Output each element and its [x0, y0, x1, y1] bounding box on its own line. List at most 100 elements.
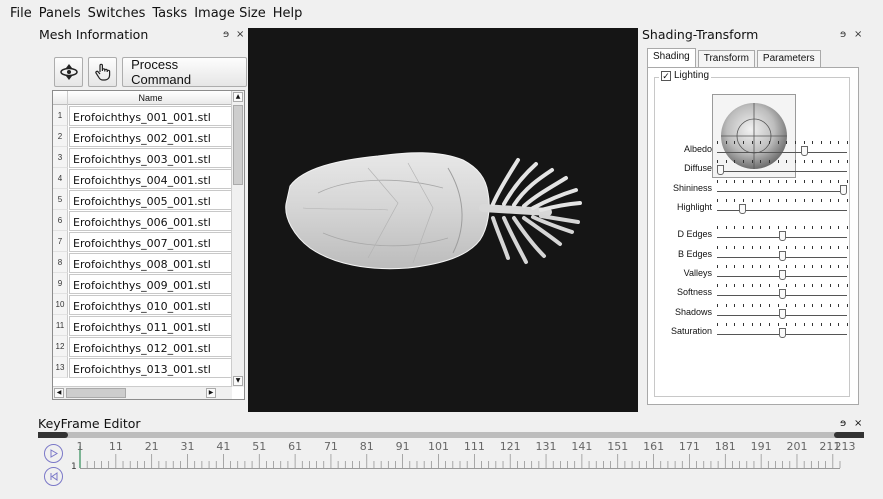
table-row[interactable]: 6 Erofoichthys_006_001.stl — [53, 210, 232, 231]
row-number[interactable]: 4 — [53, 168, 68, 189]
row-number[interactable]: 9 — [53, 273, 68, 294]
row-number[interactable]: 10 — [53, 294, 68, 315]
table-row[interactable]: 9 Erofoichthys_009_001.stl — [53, 273, 232, 294]
slider-handle[interactable] — [778, 270, 786, 280]
slider-albedo[interactable]: Albedo — [655, 140, 851, 160]
menu-switches[interactable]: Switches — [88, 6, 146, 21]
slider-handle[interactable] — [778, 251, 786, 261]
slider-handle[interactable] — [717, 165, 724, 175]
scroll-right-icon[interactable]: ▶ — [206, 388, 216, 398]
slider-handle[interactable] — [778, 231, 786, 241]
row-number[interactable]: 11 — [53, 315, 68, 336]
row-number[interactable]: 1 — [53, 105, 68, 126]
menu-tasks[interactable]: Tasks — [152, 6, 187, 21]
horizontal-scrollbar[interactable]: ◀ ▶ — [53, 386, 232, 399]
scroll-down-icon[interactable]: ▼ — [233, 376, 243, 386]
scroll-up-icon[interactable]: ▲ — [233, 92, 243, 102]
row-number[interactable]: 8 — [53, 252, 68, 273]
row-number[interactable]: 5 — [53, 189, 68, 210]
mesh-name-cell[interactable]: Erofoichthys_008_001.stl — [69, 253, 232, 273]
slider-diffuse[interactable]: Diffuse — [655, 159, 851, 179]
close-icon[interactable]: × — [854, 26, 862, 44]
table-row[interactable]: 1 Erofoichthys_001_001.stl — [53, 105, 232, 126]
slider-handle[interactable] — [800, 146, 808, 156]
reset-button[interactable] — [44, 467, 63, 486]
mesh-name-cell[interactable]: Erofoichthys_011_001.stl — [69, 316, 232, 336]
tab-shading[interactable]: Shading — [647, 48, 696, 67]
3d-viewport[interactable] — [248, 28, 638, 412]
table-row[interactable]: 11 Erofoichthys_011_001.stl — [53, 315, 232, 336]
close-icon[interactable]: × — [236, 26, 244, 44]
slider-d-edges[interactable]: D Edges — [655, 225, 851, 245]
play-button[interactable] — [44, 444, 63, 463]
hscroll-thumb[interactable] — [66, 388, 126, 398]
slider-handle[interactable] — [778, 328, 786, 338]
lighting-toggle[interactable]: ✓ Lighting — [659, 70, 712, 81]
tab-parameters[interactable]: Parameters — [756, 50, 821, 67]
mesh-name-cell[interactable]: Erofoichthys_007_001.stl — [69, 232, 232, 252]
mesh-name-cell[interactable]: Erofoichthys_006_001.stl — [69, 211, 232, 231]
lighting-checkbox-icon[interactable]: ✓ — [661, 70, 671, 81]
tab-transform[interactable]: Transform — [697, 50, 755, 67]
mesh-name-cell[interactable]: Erofoichthys_012_001.stl — [69, 337, 232, 357]
slider-handle[interactable] — [778, 289, 786, 299]
slider-handle[interactable] — [739, 204, 747, 214]
mesh-name-cell[interactable]: Erofoichthys_005_001.stl — [69, 190, 232, 210]
keyframe-bar-right-handle[interactable] — [834, 432, 864, 438]
mesh-name-cell[interactable]: Erofoichthys_009_001.stl — [69, 274, 232, 294]
row-number[interactable]: 7 — [53, 231, 68, 252]
mesh-name-cell[interactable]: Erofoichthys_003_001.stl — [69, 148, 232, 168]
process-command-button[interactable]: Process Command — [122, 57, 247, 87]
row-number[interactable]: 13 — [53, 357, 68, 378]
menu-help[interactable]: Help — [273, 6, 303, 21]
mesh-name-cell[interactable]: Erofoichthys_004_001.stl — [69, 169, 232, 189]
column-header-name[interactable]: Name — [69, 91, 232, 105]
mesh-name-cell[interactable]: Erofoichthys_013_001.stl — [69, 358, 232, 378]
slider-shadows[interactable]: Shadows — [655, 303, 851, 323]
slider-softness[interactable]: Softness — [655, 283, 851, 303]
slider-track[interactable] — [717, 191, 847, 192]
close-icon[interactable]: × — [854, 418, 862, 429]
table-row[interactable]: 12 Erofoichthys_012_001.stl — [53, 336, 232, 357]
float-icon[interactable]: ɘ — [840, 418, 846, 429]
keyframe-bar-left-handle[interactable] — [38, 432, 68, 438]
frame-ruler[interactable]: 1 11 21 31 41 51 61 71 81 91 101 111 121 131 141 151 161… — [70, 440, 856, 470]
table-row[interactable]: 2 Erofoichthys_002_001.stl — [53, 126, 232, 147]
mesh-name-cell[interactable]: Erofoichthys_010_001.stl — [69, 295, 232, 315]
table-row[interactable]: 3 Erofoichthys_003_001.stl — [53, 147, 232, 168]
keyframe-bar[interactable] — [38, 432, 864, 438]
rotate-view-button[interactable] — [54, 57, 84, 87]
slider-highlight[interactable]: Highlight — [655, 198, 851, 218]
row-number[interactable]: 12 — [53, 336, 68, 357]
float-icon[interactable]: ɘ — [223, 26, 229, 44]
table-row[interactable]: 10 Erofoichthys_010_001.stl — [53, 294, 232, 315]
slider-shininess[interactable]: Shininess — [655, 179, 851, 199]
slider-b-edges[interactable]: B Edges — [655, 245, 851, 265]
row-number[interactable]: 2 — [53, 126, 68, 147]
slider-valleys[interactable]: Valleys — [655, 264, 851, 284]
table-row[interactable]: 8 Erofoichthys_008_001.stl — [53, 252, 232, 273]
slider-handle[interactable] — [778, 309, 786, 319]
scroll-left-icon[interactable]: ◀ — [54, 388, 64, 398]
row-number[interactable]: 6 — [53, 210, 68, 231]
slider-saturation[interactable]: Saturation — [655, 322, 851, 342]
mesh-name-cell[interactable]: Erofoichthys_001_001.stl — [69, 106, 232, 126]
mesh-name-cell[interactable]: Erofoichthys_002_001.stl — [69, 127, 232, 147]
slider-track[interactable] — [717, 152, 847, 153]
menu-panels[interactable]: Panels — [39, 6, 81, 21]
slider-track[interactable] — [717, 171, 847, 172]
slider-handle[interactable] — [840, 185, 847, 195]
table-row[interactable]: 13 Erofoichthys_013_001.stl — [53, 357, 232, 378]
table-row[interactable]: 5 Erofoichthys_005_001.stl — [53, 189, 232, 210]
ruler-label: 191 — [750, 440, 772, 453]
pan-hand-button[interactable] — [88, 57, 118, 87]
slider-track[interactable] — [717, 210, 847, 211]
table-row[interactable]: 7 Erofoichthys_007_001.stl — [53, 231, 232, 252]
row-number[interactable]: 3 — [53, 147, 68, 168]
float-icon[interactable]: ɘ — [840, 26, 846, 44]
vertical-scrollbar[interactable]: ▲ ▼ — [231, 91, 244, 387]
menu-image-size[interactable]: Image Size — [194, 6, 266, 21]
menu-file[interactable]: File — [10, 6, 32, 21]
scroll-thumb[interactable] — [233, 105, 243, 185]
table-row[interactable]: 4 Erofoichthys_004_001.stl — [53, 168, 232, 189]
